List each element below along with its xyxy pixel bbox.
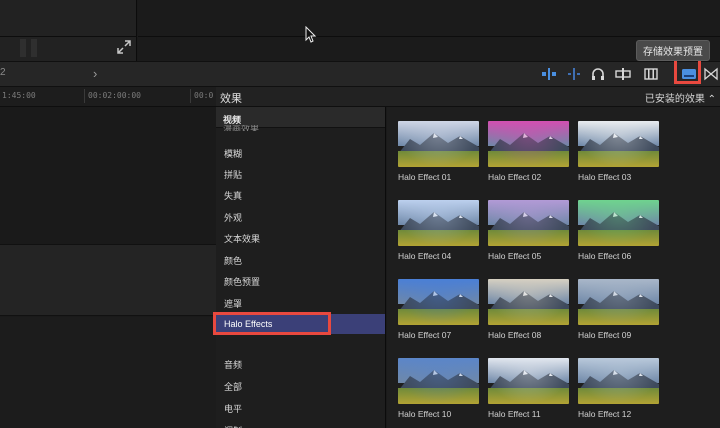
- category-label: 全部: [224, 382, 243, 392]
- effect-label: Halo Effect 08: [488, 330, 542, 340]
- effect-thumbnail[interactable]: [578, 358, 659, 404]
- category-label: 失真: [224, 191, 243, 201]
- category-item[interactable]: 调制: [216, 419, 385, 428]
- effect-label: Halo Effect 02: [488, 172, 542, 182]
- effect-label: Halo Effect 06: [578, 251, 632, 261]
- effect-thumbnail[interactable]: [578, 200, 659, 246]
- ruler-label: 00:02:00:00: [88, 91, 141, 100]
- timeline-track[interactable]: [0, 244, 216, 316]
- snapping-icon[interactable]: [615, 67, 631, 81]
- effect-thumbnail[interactable]: [398, 358, 479, 404]
- category-item[interactable]: 拼贴: [216, 163, 385, 183]
- category-clipped-item[interactable]: 漫画效果: [223, 125, 259, 131]
- effect-thumbnail[interactable]: [398, 279, 479, 325]
- effect-label: Halo Effect 07: [398, 330, 452, 340]
- category-label: 文本效果: [224, 234, 261, 244]
- mouse-cursor-icon: [305, 26, 317, 43]
- category-item[interactable]: 文本效果: [216, 227, 385, 247]
- effect-thumbnail[interactable]: [578, 279, 659, 325]
- category-item[interactable]: 模糊: [216, 142, 385, 162]
- effect-label: Halo Effect 05: [488, 251, 542, 261]
- effect-label: Halo Effect 10: [398, 409, 452, 419]
- category-item[interactable]: 失真: [216, 184, 385, 204]
- ruler-tick: [84, 89, 85, 103]
- viewer-divider: [138, 36, 720, 37]
- installed-effects-dropdown[interactable]: 已安装的效果 ⌃: [645, 90, 716, 105]
- effect-label: Halo Effect 12: [578, 409, 632, 419]
- skimming-icon[interactable]: [541, 67, 557, 81]
- ruler-label: 1:45:00: [2, 91, 36, 100]
- category-label: 颜色预置: [224, 277, 261, 287]
- timeline-toolbar: 2 ›: [0, 61, 720, 87]
- effect-label: Halo Effect 04: [398, 251, 452, 261]
- effect-label: Halo Effect 11: [488, 409, 541, 419]
- timeline-track-area[interactable]: [0, 107, 216, 244]
- effect-thumbnail[interactable]: [488, 121, 569, 167]
- chevron-right-icon[interactable]: ›: [93, 66, 97, 81]
- effects-category-list: 视频 漫画效果 模糊 拼贴 失真 外观 文本效果 颜色 颜色预置 遮罩 Halo…: [216, 107, 386, 428]
- pause-icon[interactable]: [20, 39, 40, 57]
- category-item-audio[interactable]: 音频: [216, 353, 385, 373]
- category-label: 音频: [224, 360, 243, 370]
- category-item[interactable]: 颜色预置: [216, 270, 385, 290]
- category-label: 外观: [224, 213, 243, 223]
- effect-thumbnail[interactable]: [488, 200, 569, 246]
- ruler-label: 00:0: [194, 91, 214, 100]
- viewer-divider: [0, 36, 137, 37]
- effect-thumbnail[interactable]: [578, 121, 659, 167]
- timeline-ruler[interactable]: 1:45:00 00:02:00:00 00:0: [0, 87, 216, 107]
- effect-thumbnail[interactable]: [488, 358, 569, 404]
- effect-label: Halo Effect 09: [578, 330, 632, 340]
- category-label: 调制: [224, 424, 385, 428]
- effect-label: Halo Effect 03: [578, 172, 632, 182]
- transitions-browser-icon[interactable]: [703, 67, 719, 81]
- viewer-main-pane: [138, 0, 720, 61]
- category-item[interactable]: 遮罩: [216, 292, 385, 312]
- category-label: 模糊: [224, 149, 243, 159]
- category-label: 颜色: [224, 256, 243, 266]
- category-item[interactable]: 全部: [216, 375, 385, 395]
- effects-browser-header: 效果 已安装的效果 ⌃: [216, 87, 720, 107]
- category-item[interactable]: 颜色: [216, 249, 385, 269]
- timeline-track-area[interactable]: [0, 317, 216, 428]
- category-item[interactable]: 外观: [216, 206, 385, 226]
- audio-skimming-icon[interactable]: [566, 67, 582, 81]
- save-effects-preset-tooltip: 存储效果预置: [636, 40, 710, 61]
- viewer-left-pane: [0, 0, 137, 61]
- ruler-tick: [190, 89, 191, 103]
- category-label: 电平: [224, 404, 243, 414]
- effect-thumbnail[interactable]: [488, 279, 569, 325]
- category-label: 拼贴: [224, 170, 243, 180]
- category-item[interactable]: 电平: [216, 397, 385, 417]
- effect-thumbnail[interactable]: [398, 121, 479, 167]
- fullscreen-icon[interactable]: [117, 40, 131, 54]
- headphones-icon[interactable]: [590, 67, 606, 81]
- clip-appearance-icon[interactable]: [643, 67, 659, 81]
- effect-label: Halo Effect 01: [398, 172, 452, 182]
- timecode-fragment: 2: [0, 67, 6, 78]
- effects-browser-title: 效果: [220, 93, 242, 105]
- halo-effects-highlight: [213, 312, 331, 335]
- effect-thumbnail[interactable]: [398, 200, 479, 246]
- category-label: 遮罩: [224, 299, 243, 309]
